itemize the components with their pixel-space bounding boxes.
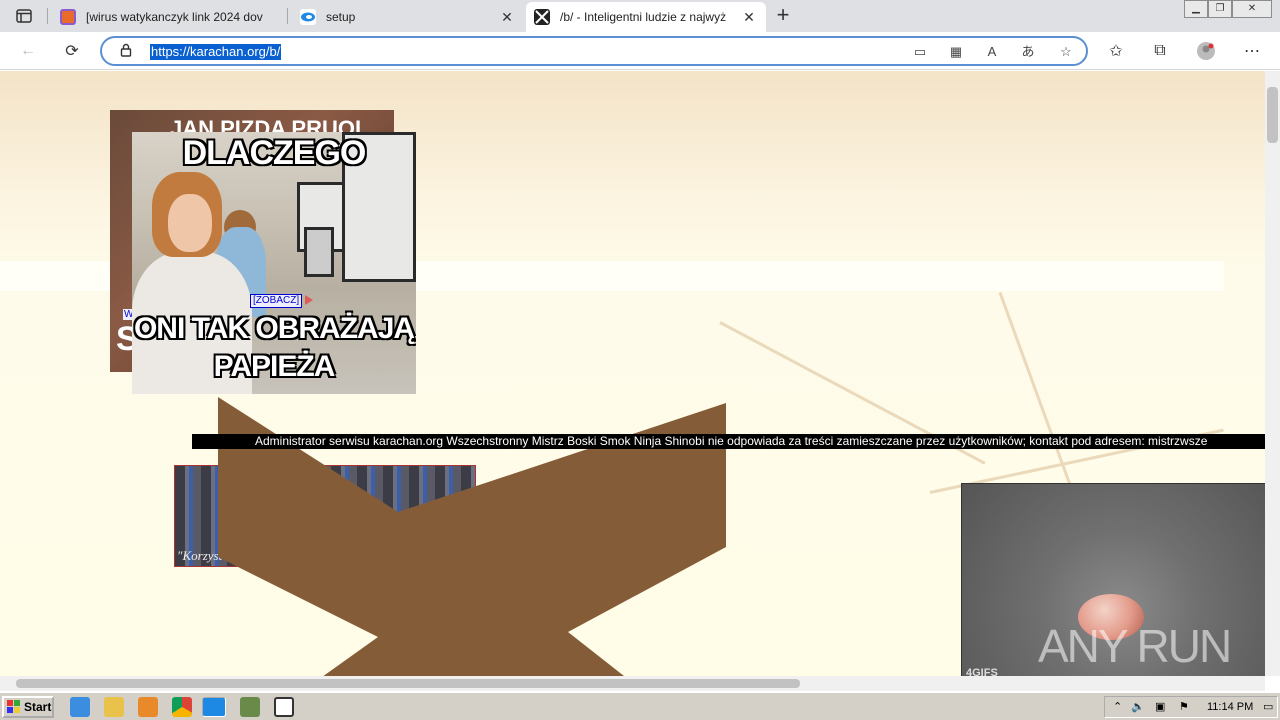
windows-logo-icon: [7, 700, 20, 713]
tab-wirus[interactable]: [wirus watykanczyk link 2024 dov: [52, 2, 284, 32]
scroll-thumb[interactable]: [16, 679, 800, 688]
restore-button[interactable]: ❐: [1208, 0, 1232, 18]
minimize-button[interactable]: ▁: [1184, 0, 1208, 18]
tab-title: setup: [326, 10, 356, 24]
meme-bottom-text: ONI TAK OBRAŻAJĄ: [133, 312, 415, 345]
tab-actions-icon[interactable]: [8, 4, 40, 28]
animated-gif-popup[interactable]: ANY RUN 4GIFS.com: [961, 483, 1265, 676]
add-favorite-icon[interactable]: ☆: [1056, 42, 1076, 62]
media-player-icon[interactable]: [138, 697, 158, 717]
tab-setup[interactable]: setup ✕: [292, 2, 524, 32]
edge-icon[interactable]: [202, 697, 226, 717]
tab-title: [wirus watykanczyk link 2024 dov: [86, 10, 263, 24]
window-icon[interactable]: [274, 697, 294, 717]
browser-toolbar: ← ⟳ https://karachan.org/b/ ▭ ▦ A あ ☆ ✩ …: [0, 32, 1280, 70]
chrome-icon[interactable]: [172, 697, 192, 717]
favorites-icon[interactable]: ✩: [1102, 37, 1130, 65]
back-arrow-icon[interactable]: ←: [14, 37, 42, 65]
flag-icon[interactable]: ⚑: [1179, 700, 1189, 713]
play-arrow-icon: [305, 295, 313, 305]
tab-separator: [47, 8, 48, 24]
admin-disclaimer-marquee: Administrator serwisu karachan.org Wszec…: [192, 434, 1265, 449]
close-tab-icon[interactable]: ✕: [740, 8, 758, 26]
internet-explorer-icon[interactable]: [70, 697, 90, 717]
folder-icon[interactable]: [104, 697, 124, 717]
qr-code-icon[interactable]: ▦: [946, 42, 966, 62]
karachan-favicon-icon: [534, 9, 550, 25]
show-desktop-icon[interactable]: ▭: [1263, 700, 1273, 713]
wikipedia-favicon-icon: [60, 9, 76, 25]
meme-top-text: DLACZEGO: [182, 134, 367, 172]
read-aloud-icon[interactable]: A: [982, 42, 1002, 62]
edge-favicon-icon: [300, 9, 316, 25]
horizontal-scrollbar[interactable]: [0, 676, 1265, 691]
collections-icon[interactable]: ⧉: [1146, 37, 1174, 65]
tab-separator: [287, 8, 288, 24]
tab-title: /b/ - Inteligentni ludzie z najwyż: [560, 10, 727, 24]
url-text[interactable]: https://karachan.org/b/: [150, 44, 282, 60]
page-viewport: JAN PIZDA PRUOL S W DLACZEGO ONI TAK OBR…: [0, 71, 1265, 676]
monitor-shape: [304, 227, 334, 277]
refresh-icon[interactable]: ⟳: [58, 37, 86, 65]
scroll-thumb[interactable]: [1267, 87, 1278, 143]
meme-image-front[interactable]: DLACZEGO ONI TAK OBRAŻAJĄ PAPIEŻA: [132, 132, 416, 394]
system-tray: ⌃ 🔈 ▣ ⚑ 11:14 PM ▭: [1104, 696, 1278, 718]
volume-icon[interactable]: 🔈: [1131, 700, 1145, 713]
translate-icon[interactable]: あ: [1018, 42, 1038, 62]
address-bar[interactable]: https://karachan.org/b/ ▭ ▦ A あ ☆: [100, 36, 1088, 66]
person-shape: [168, 194, 212, 252]
app-available-icon[interactable]: ▭: [910, 42, 930, 62]
profile-avatar-icon[interactable]: [1192, 37, 1220, 65]
taskbar: Start ⌃ 🔈 ▣ ⚑ 11:14 PM ▭: [0, 692, 1280, 720]
anyrun-watermark: ANY RUN: [1038, 620, 1232, 672]
show-hidden-icon[interactable]: ⌃: [1113, 700, 1122, 713]
vertical-scrollbar[interactable]: [1265, 71, 1280, 676]
tab-karachan[interactable]: /b/ - Inteligentni ludzie z najwyż ✕: [526, 2, 766, 32]
tab-strip: [wirus watykanczyk link 2024 dov setup ✕…: [0, 0, 1280, 32]
close-tab-icon[interactable]: ✕: [498, 8, 516, 26]
start-button[interactable]: Start: [2, 696, 54, 718]
clock[interactable]: 11:14 PM: [1207, 701, 1253, 713]
more-options-icon[interactable]: ⋯: [1238, 37, 1266, 65]
new-tab-button[interactable]: +: [770, 4, 796, 28]
network-icon[interactable]: ▣: [1155, 700, 1165, 713]
gif-source-badge: 4GIFS.com: [966, 667, 998, 677]
zobacz-link[interactable]: [ZOBACZ]: [250, 294, 303, 308]
meme-bottom-text: PAPIEŻA: [213, 350, 336, 383]
winrar-icon[interactable]: [240, 697, 260, 717]
close-window-button[interactable]: ✕: [1232, 0, 1272, 18]
lock-icon: [120, 43, 132, 60]
